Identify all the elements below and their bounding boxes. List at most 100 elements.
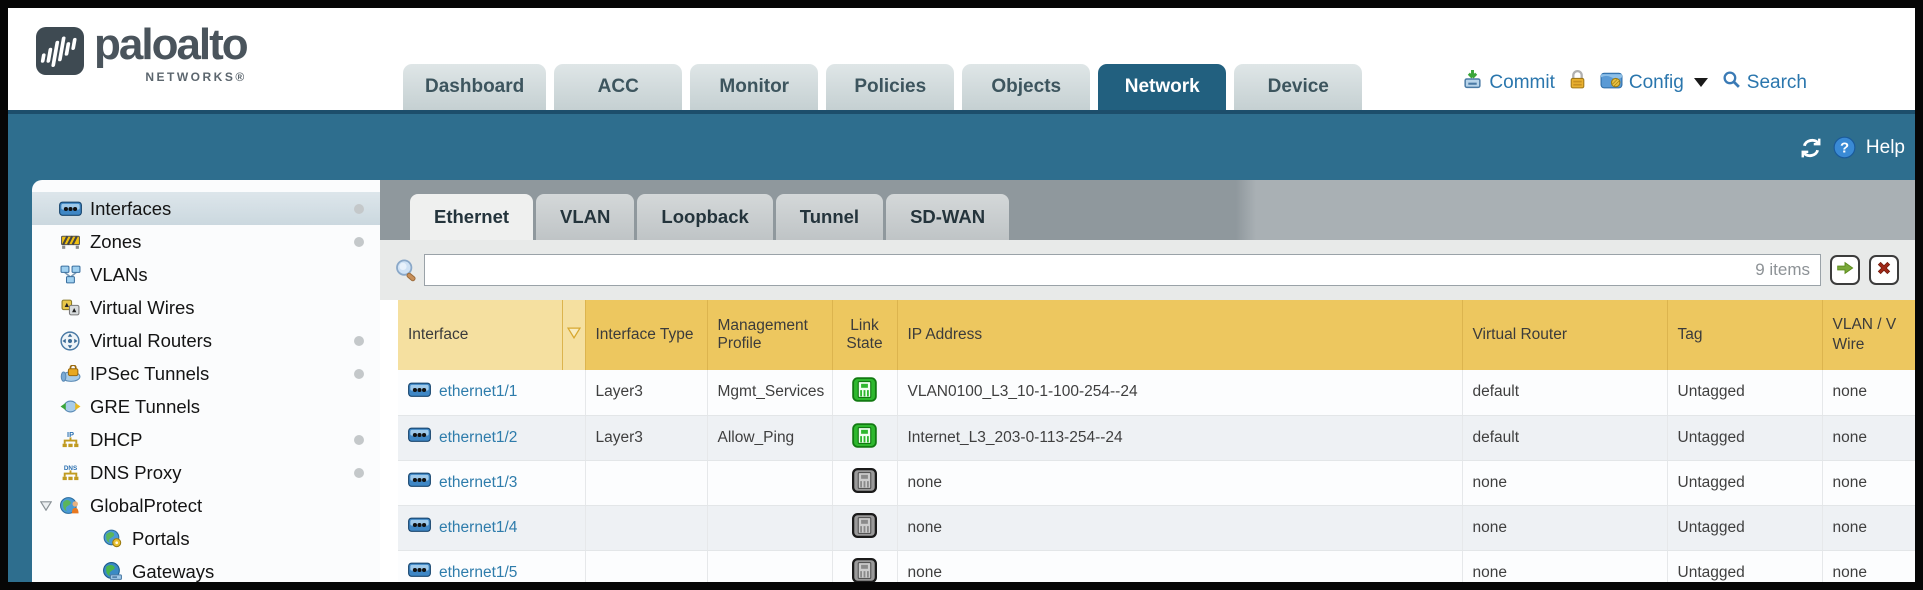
interface-link[interactable]: ethernet1/4: [439, 519, 517, 537]
cell-interface-type: [585, 460, 707, 505]
red-x-icon: [1875, 259, 1893, 282]
cell-management-profile: [707, 505, 832, 550]
config-menu[interactable]: Config: [1600, 69, 1708, 96]
cell-ip-address: none: [897, 550, 1462, 582]
main-nav-tab-dashboard[interactable]: Dashboard: [403, 64, 546, 110]
sidebar: Interfaces Zones VLANs Virtual Wires: [32, 180, 380, 582]
filter-search-box: 9 items: [424, 254, 1821, 286]
expander-icon[interactable]: [40, 501, 52, 511]
help-icon[interactable]: ?: [1833, 136, 1856, 159]
sidebar-item-dhcp[interactable]: IP DHCP: [32, 423, 380, 456]
main-nav-tab-objects[interactable]: Objects: [962, 64, 1090, 110]
col-link-state[interactable]: Link State: [832, 300, 897, 370]
cell-virtual-router: none: [1462, 460, 1667, 505]
interface-link[interactable]: ethernet1/2: [439, 429, 517, 447]
cell-management-profile: Mgmt_Services: [707, 370, 832, 415]
sidebar-item-label: Virtual Routers: [90, 330, 212, 352]
cell-vlan-virtual-wire: none: [1822, 370, 1915, 415]
sidebar-item-label: DNS Proxy: [90, 462, 182, 484]
paloalto-logo: paloalto NETWORKS®: [36, 22, 247, 84]
item-dot: [354, 336, 364, 346]
dhcp-icon: IP: [58, 430, 82, 449]
cell-tag: Untagged: [1667, 370, 1822, 415]
main-nav-tabs: DashboardACCMonitorPoliciesObjectsNetwor…: [403, 64, 1362, 110]
lock-button[interactable]: [1569, 69, 1586, 96]
sidebar-item-zones[interactable]: Zones: [32, 225, 380, 258]
cell-virtual-router: none: [1462, 505, 1667, 550]
virtual-wires-icon: [58, 299, 82, 316]
col-vlan-virtual-wire[interactable]: VLAN / V Wire: [1822, 300, 1915, 370]
sidebar-item-gre-tunnels[interactable]: GRE Tunnels: [32, 390, 380, 423]
col-management-profile[interactable]: Management Profile: [707, 300, 832, 370]
subtab-ethernet[interactable]: Ethernet: [410, 194, 533, 240]
subtab-loopback[interactable]: Loopback: [637, 194, 772, 240]
filter-search-icon: [394, 258, 418, 282]
sidebar-item-virtual-routers[interactable]: Virtual Routers: [32, 324, 380, 357]
cell-management-profile: [707, 460, 832, 505]
col-ip-address[interactable]: IP Address: [897, 300, 1462, 370]
subtab-sd-wan[interactable]: SD-WAN: [886, 194, 1009, 240]
dns-proxy-icon: DNS: [58, 463, 82, 482]
cell-vlan-virtual-wire: none: [1822, 505, 1915, 550]
config-label: Config: [1629, 72, 1684, 94]
sidebar-item-label: Interfaces: [90, 198, 171, 220]
cell-vlan-virtual-wire: none: [1822, 550, 1915, 582]
sidebar-item-vlans[interactable]: VLANs: [32, 258, 380, 291]
ipsec-tunnels-icon: [58, 365, 82, 382]
main-nav-tab-acc[interactable]: ACC: [554, 64, 682, 110]
clear-filter-button[interactable]: [1869, 255, 1899, 285]
commit-icon: [1462, 69, 1483, 96]
sidebar-item-ipsec-tunnels[interactable]: IPSec Tunnels: [32, 357, 380, 390]
main-nav-tab-network[interactable]: Network: [1098, 64, 1226, 110]
search-button[interactable]: Search: [1722, 70, 1807, 95]
col-interface[interactable]: Interface: [398, 300, 562, 370]
subtab-vlan[interactable]: VLAN: [536, 194, 634, 240]
filter-input[interactable]: [425, 256, 1755, 284]
sort-triangle-icon: [567, 352, 581, 369]
sidebar-item-interfaces[interactable]: Interfaces: [32, 192, 380, 225]
vlans-icon: [58, 265, 82, 284]
sidebar-item-label: IPSec Tunnels: [90, 363, 209, 385]
svg-text:?: ?: [1840, 140, 1849, 157]
apply-filter-button[interactable]: [1830, 255, 1860, 285]
main-nav-tab-policies[interactable]: Policies: [826, 64, 954, 110]
cell-management-profile: [707, 550, 832, 582]
interface-icon: [408, 472, 431, 493]
virtual-routers-icon: [58, 331, 82, 351]
cell-vlan-virtual-wire: none: [1822, 460, 1915, 505]
cell-link-state: [832, 460, 897, 505]
cell-interface-type: Layer3: [585, 370, 707, 415]
sidebar-item-portals[interactable]: Portals: [32, 522, 380, 555]
top-bar: paloalto NETWORKS® DashboardACCMonitorPo…: [8, 8, 1915, 110]
sidebar-item-virtual-wires[interactable]: Virtual Wires: [32, 291, 380, 324]
content-area: Interfaces Zones VLANs Virtual Wires: [8, 180, 1915, 582]
link-down-icon: [852, 558, 877, 583]
subtab-tunnel[interactable]: Tunnel: [776, 194, 883, 240]
col-virtual-router[interactable]: Virtual Router: [1462, 300, 1667, 370]
main-nav-tab-monitor[interactable]: Monitor: [690, 64, 818, 110]
interface-link[interactable]: ethernet1/1: [439, 383, 517, 401]
refresh-icon[interactable]: [1799, 137, 1823, 159]
sidebar-item-label: GlobalProtect: [90, 495, 202, 517]
col-tag[interactable]: Tag: [1667, 300, 1822, 370]
globalprotect-icon: [58, 496, 82, 515]
interface-icon: [408, 562, 431, 582]
col-interface-type[interactable]: Interface Type: [585, 300, 707, 370]
sidebar-item-gateways[interactable]: Gateways: [32, 555, 380, 582]
interface-link[interactable]: ethernet1/3: [439, 474, 517, 492]
cell-tag: Untagged: [1667, 505, 1822, 550]
link-down-icon: [852, 468, 877, 493]
sidebar-item-label: DHCP: [90, 429, 142, 451]
zones-icon: [58, 233, 82, 250]
sort-dropdown[interactable]: [562, 300, 585, 370]
sidebar-item-globalprotect[interactable]: GlobalProtect: [32, 489, 380, 522]
main-nav-tab-device[interactable]: Device: [1234, 64, 1362, 110]
interface-link[interactable]: ethernet1/5: [439, 564, 517, 582]
sidebar-item-label: Virtual Wires: [90, 297, 195, 319]
sidebar-item-dns-proxy[interactable]: DNS DNS Proxy: [32, 456, 380, 489]
cell-link-state: [832, 505, 897, 550]
commit-button[interactable]: Commit: [1462, 69, 1554, 96]
item-dot: [354, 468, 364, 478]
cell-link-state: [832, 415, 897, 460]
cell-ip-address: VLAN0100_L3_10-1-100-254--24: [897, 370, 1462, 415]
